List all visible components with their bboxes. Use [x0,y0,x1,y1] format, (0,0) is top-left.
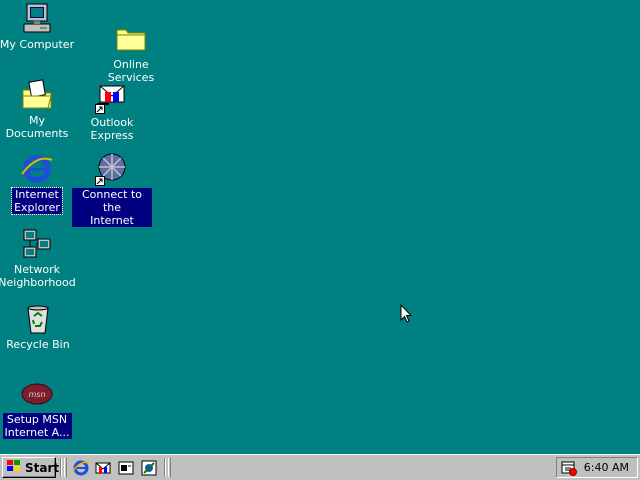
outlook-express-icon [95,80,129,114]
connect-globe-icon [95,152,129,186]
start-button[interactable]: Start [2,457,60,478]
connect-to-internet-shortcut[interactable]: Connect to the Internet [72,152,152,227]
windows-logo-icon [6,459,22,476]
online-services-folder[interactable]: Online Services [91,22,171,84]
quick-launch-channels-icon[interactable] [140,459,158,477]
outlook-express-shortcut[interactable]: Outlook Express [72,80,152,142]
shortcut-arrow-icon [95,176,105,186]
icon-label: Connect to the Internet [72,188,152,227]
system-tray: 6:40 AM [556,457,638,478]
quick-launch-internet-explorer-icon[interactable] [72,459,90,477]
internet-explorer-icon [20,152,54,186]
scheduler-tray-icon[interactable] [561,460,577,476]
documents-folder-icon [20,78,54,112]
quick-launch-outlook-express-icon[interactable] [94,459,112,477]
internet-explorer-shortcut[interactable]: Internet Explorer [0,152,77,215]
icon-label: Setup MSN Internet A... [2,413,72,439]
icon-label: My Computer [0,38,75,51]
icon-label: Outlook Express [90,116,134,142]
task-area-grip[interactable] [168,458,171,477]
taskbar-separator [60,458,62,477]
quick-launch-show-desktop-icon[interactable] [117,459,135,477]
my-documents-folder[interactable]: My Documents [0,78,77,140]
taskbar: Start 6:40 AM [0,454,640,480]
recycle-bin[interactable]: Recycle Bin [0,302,78,351]
desktop[interactable]: My Computer Online Services My Documents [0,0,640,454]
setup-msn-shortcut[interactable]: msn Setup MSN Internet A... [0,377,77,439]
mouse-cursor-icon [400,303,413,324]
recycle-bin-icon [21,302,55,336]
network-neighborhood-shortcut[interactable]: Network Neighborhood [0,227,77,289]
shortcut-arrow-icon [95,104,105,114]
network-icon [20,227,54,261]
taskbar-separator [164,458,166,477]
icon-label: Recycle Bin [6,338,70,351]
folder-icon [114,22,148,56]
msn-icon: msn [20,377,54,411]
start-label: Start [25,460,60,475]
svg-text:msn: msn [28,390,45,399]
icon-label: Network Neighborhood [0,263,76,289]
icon-label: Internet Explorer [11,187,63,215]
computer-icon [20,2,54,36]
quick-launch-grip[interactable] [64,458,67,477]
my-computer-shortcut[interactable]: My Computer [0,2,77,51]
icon-label: My Documents [5,114,69,140]
clock[interactable]: 6:40 AM [584,461,629,474]
